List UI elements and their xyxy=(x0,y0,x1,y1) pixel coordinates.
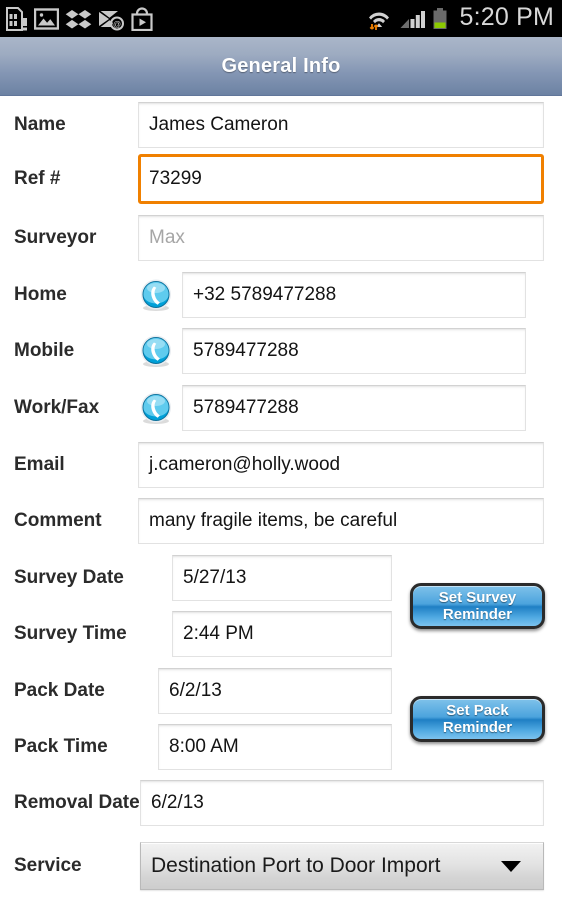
row-home-phone: Home +32 5789477288 xyxy=(0,270,562,320)
removal-date-input[interactable]: 6/2/13 xyxy=(140,780,544,826)
surveyor-placeholder: Max xyxy=(149,227,185,248)
dropbox-icon xyxy=(65,7,92,31)
label-survey-time: Survey Time xyxy=(14,623,127,644)
label-pack-date: Pack Date xyxy=(14,680,105,701)
email-input[interactable]: j.cameron@holly.wood xyxy=(138,442,544,488)
pack-date-input[interactable]: 6/2/13 xyxy=(158,668,392,714)
label-comment: Comment xyxy=(14,510,102,531)
app-title-bar: General Info xyxy=(0,37,562,96)
label-service: Service xyxy=(14,855,82,876)
comment-input[interactable]: many fragile items, be careful xyxy=(138,498,544,544)
gallery-icon xyxy=(33,7,60,31)
general-info-form: Name James Cameron Ref # 73299 Surveyor … xyxy=(0,96,562,900)
phone-call-icon-mobile[interactable] xyxy=(138,333,174,369)
set-pack-reminder-button[interactable]: Set Pack Reminder xyxy=(410,696,545,742)
battery-icon xyxy=(432,6,448,32)
label-work-fax: Work/Fax xyxy=(14,397,100,418)
surveyor-input[interactable]: Max xyxy=(138,215,544,261)
pack-time-input[interactable]: 8:00 AM xyxy=(158,724,392,770)
email-icon: @ xyxy=(98,7,125,31)
phone-call-icon-home[interactable] xyxy=(138,277,174,313)
set-survey-reminder-line1: Set Survey xyxy=(438,589,517,606)
page-title: General Info xyxy=(221,54,341,77)
status-clock: 5:20 PM xyxy=(459,3,554,31)
row-work-fax: Work/Fax 5789477288 xyxy=(0,383,562,433)
label-email: Email xyxy=(14,454,65,475)
row-mobile-phone: Mobile 5789477288 xyxy=(0,326,562,376)
row-surveyor: Surveyor Max xyxy=(0,213,562,263)
set-survey-reminder-button[interactable]: Set Survey Reminder xyxy=(410,583,545,629)
label-name: Name xyxy=(14,114,66,135)
row-email: Email j.cameron@holly.wood xyxy=(0,440,562,490)
status-bar-notifications: @ xyxy=(6,6,366,31)
phone-call-icon-work-fax[interactable] xyxy=(138,390,174,426)
row-removal-date: Removal Date 6/2/13 xyxy=(0,778,562,828)
work-fax-input[interactable]: 5789477288 xyxy=(182,385,526,431)
signal-icon xyxy=(399,6,426,32)
service-dropdown[interactable]: Destination Port to Door Import xyxy=(140,842,544,890)
label-removal-date: Removal Date xyxy=(14,792,140,813)
survey-time-input[interactable]: 2:44 PM xyxy=(172,611,392,657)
label-home-phone: Home xyxy=(14,284,67,305)
label-pack-time: Pack Time xyxy=(14,736,108,757)
home-phone-input[interactable]: +32 5789477288 xyxy=(182,272,526,318)
set-pack-reminder-line1: Set Pack xyxy=(446,702,509,719)
sdcard-warning-icon xyxy=(6,6,28,31)
play-store-icon xyxy=(131,6,153,31)
status-bar: @ 5:20 PM xyxy=(0,0,562,37)
row-comment: Comment many fragile items, be careful xyxy=(0,496,562,546)
set-pack-reminder-line2: Reminder xyxy=(442,719,513,736)
wifi-icon xyxy=(366,6,392,32)
row-ref-number: Ref # 73299 xyxy=(0,153,562,205)
label-surveyor: Surveyor xyxy=(14,227,97,248)
row-name: Name James Cameron xyxy=(0,100,562,150)
svg-text:@: @ xyxy=(113,20,121,29)
label-survey-date: Survey Date xyxy=(14,567,124,588)
row-service: Service Destination Port to Door Import xyxy=(0,840,562,892)
label-mobile-phone: Mobile xyxy=(14,340,75,361)
ref-number-input[interactable]: 73299 xyxy=(138,154,544,204)
survey-date-input[interactable]: 5/27/13 xyxy=(172,555,392,601)
mobile-phone-input[interactable]: 5789477288 xyxy=(182,328,526,374)
set-survey-reminder-line2: Reminder xyxy=(442,606,513,623)
service-selected-value: Destination Port to Door Import xyxy=(151,854,441,877)
name-input[interactable]: James Cameron xyxy=(138,102,544,148)
label-ref-number: Ref # xyxy=(14,168,61,189)
status-bar-system: 5:20 PM xyxy=(366,3,554,34)
chevron-down-icon xyxy=(501,860,521,872)
